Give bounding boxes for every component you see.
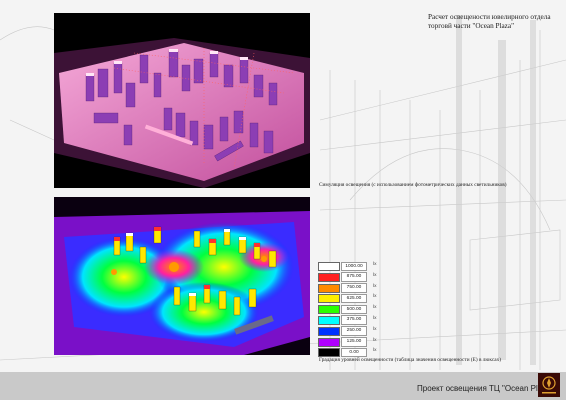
lighting-simulation-render — [54, 13, 310, 188]
legend-unit: lx — [373, 294, 377, 300]
legend-row: 375.00 lx — [318, 315, 390, 326]
legend-swatch — [318, 272, 340, 282]
legend-value: 625.00 — [341, 293, 367, 304]
title-line-1: Расчет освещености ювелирного отдела — [428, 13, 551, 21]
legend-row: 250.00 lx — [318, 326, 390, 337]
legend-value: 250.00 — [341, 326, 367, 336]
legend-unit: lx — [373, 272, 377, 278]
footer-project-title: Проект освещения ТЦ "Ocean Plaza" — [417, 384, 554, 393]
title-line-2: торговй части "Ocean Plaza" — [428, 22, 514, 30]
legend-unit: lx — [373, 348, 377, 354]
legend-unit: lx — [373, 326, 377, 332]
legend-row: 125.00 lx — [318, 337, 390, 348]
legend-value: 875.00 — [341, 272, 367, 282]
legend-unit: lx — [373, 283, 377, 289]
legend-swatch — [318, 283, 340, 293]
legend-value: 0.00 — [341, 347, 367, 358]
legend-swatch — [318, 315, 340, 325]
legend-row: 875.00 lx — [318, 272, 390, 283]
illuminance-false-color-render — [54, 197, 310, 355]
legend-value: 375.00 — [341, 315, 367, 325]
legend-row: 500.00 lx — [318, 304, 390, 315]
legend-swatch — [318, 305, 340, 315]
legend-unit: lx — [373, 337, 377, 343]
legend-swatch — [318, 262, 340, 271]
legend-swatch — [318, 294, 340, 304]
legend-row: 750.00 lx — [318, 283, 390, 294]
legend-value: 125.00 — [341, 337, 367, 347]
legend-unit: lx — [373, 305, 377, 311]
gradation-caption: Градация уровней освещенности (таблица з… — [319, 357, 501, 363]
simulation-caption: Симуляция освещения (с использованием фо… — [319, 182, 507, 188]
legend-row: 625.00 lx — [318, 293, 390, 304]
company-logo-icon — [538, 373, 560, 397]
legend-row: 1000.00 lx — [318, 261, 390, 272]
legend-value: 1000.00 — [341, 261, 367, 271]
illuminance-legend: 1000.00 lx 875.00 lx 750.00 lx 625.00 lx… — [318, 261, 390, 358]
legend-value: 500.00 — [341, 304, 367, 315]
page-title: Расчет освещености ювелирного отдела тор… — [428, 13, 558, 31]
legend-swatch — [318, 337, 340, 347]
legend-unit: lx — [373, 262, 377, 267]
legend-swatch — [318, 326, 340, 336]
legend-value: 750.00 — [341, 283, 367, 293]
legend-unit: lx — [373, 315, 377, 321]
